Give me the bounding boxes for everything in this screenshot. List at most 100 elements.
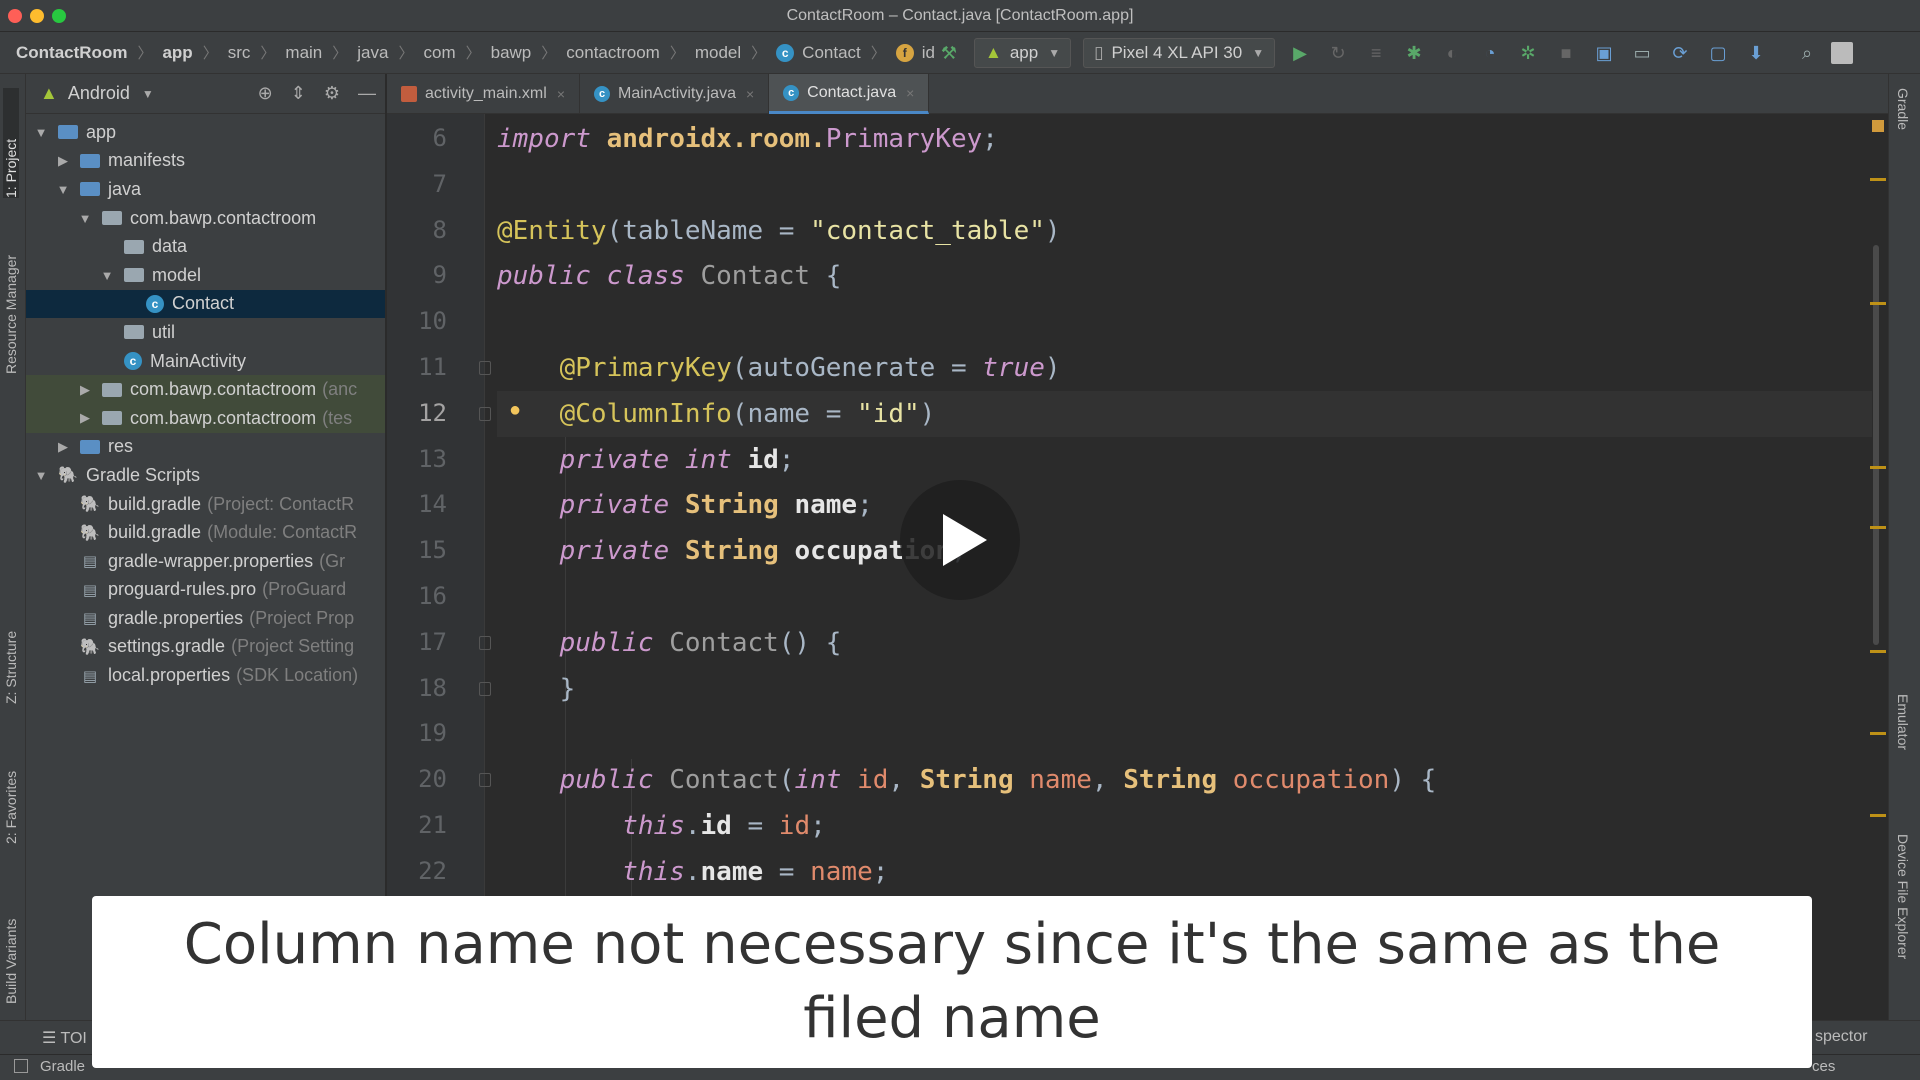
breadcrumb-item[interactable]: com xyxy=(423,43,455,63)
tree-item[interactable]: c Contact xyxy=(26,289,385,319)
tab-favorites[interactable]: 2: Favorites xyxy=(3,724,19,844)
tree-item[interactable]: ▤ gradle-wrapper.properties (Gr xyxy=(26,547,385,576)
expand-arrow-icon[interactable]: ▼ xyxy=(56,182,70,197)
breadcrumb-item[interactable]: java xyxy=(357,43,388,63)
tab-structure[interactable]: Z: Structure xyxy=(3,584,19,704)
tree-item[interactable]: ▶ res xyxy=(26,433,385,462)
tree-item[interactable]: ▼ app xyxy=(26,118,385,147)
breadcrumb-item[interactable]: c Contact xyxy=(776,43,861,63)
gradle-sync-icon[interactable]: ⟳ xyxy=(1666,39,1694,67)
expand-arrow-icon[interactable]: ▶ xyxy=(56,439,70,455)
tab-gradle[interactable]: Gradle xyxy=(1895,88,1911,130)
tree-item[interactable]: ▶ com.bawp.contactroom (tes xyxy=(26,403,385,433)
expand-arrow-icon[interactable]: ▼ xyxy=(78,211,92,226)
chevron-down-icon[interactable]: ▼ xyxy=(142,87,154,101)
close-tab-icon[interactable]: × xyxy=(746,86,754,102)
sdk-manager-icon[interactable]: ⬇ xyxy=(1742,39,1770,67)
close-tab-icon[interactable]: × xyxy=(557,86,565,102)
sync-icon[interactable]: ▭ xyxy=(1628,39,1656,67)
fold-marker-icon[interactable] xyxy=(479,361,491,375)
tree-item[interactable]: ▼ 🐘 Gradle Scripts xyxy=(26,461,385,490)
expand-arrow-icon[interactable]: ▼ xyxy=(100,268,114,283)
tree-item[interactable]: ▤ local.properties (SDK Location) xyxy=(26,661,385,690)
code-line[interactable]: private int id; xyxy=(497,437,1872,483)
close-tab-icon[interactable]: × xyxy=(906,85,914,101)
tree-item[interactable]: ▶ com.bawp.contactroom (anc xyxy=(26,375,385,404)
expand-arrow-icon[interactable]: ▼ xyxy=(34,125,48,140)
code-line[interactable]: } xyxy=(497,666,1872,712)
breadcrumb-item[interactable]: model xyxy=(695,43,741,63)
collapse-all-icon[interactable]: ⇕ xyxy=(291,83,306,104)
code-line[interactable] xyxy=(497,162,1872,208)
project-structure-icon[interactable]: ▣ xyxy=(1590,39,1618,67)
account-icon[interactable] xyxy=(1831,42,1854,64)
tab-project[interactable]: 1: Project xyxy=(3,88,19,198)
code-line[interactable]: @PrimaryKey (autoGenerate = true) xyxy=(497,345,1872,391)
stripe-marker[interactable] xyxy=(1870,732,1886,735)
gear-icon[interactable]: ⚙ xyxy=(324,83,340,104)
run-icon[interactable]: ▶ xyxy=(1286,39,1314,67)
tree-item[interactable]: 🐘 build.gradle (Module: ContactR xyxy=(26,518,385,547)
stripe-marker[interactable] xyxy=(1870,178,1886,181)
run-config-select[interactable]: ▲ app ▼ xyxy=(974,38,1072,68)
lightbulb-icon[interactable]: ● xyxy=(509,399,521,422)
code-line[interactable] xyxy=(497,299,1872,345)
stripe-marker[interactable] xyxy=(1870,526,1886,529)
code-line[interactable]: @ColumnInfo (name = "id") xyxy=(497,390,1872,437)
code-line[interactable]: public class Contact { xyxy=(497,253,1872,299)
tab-todo[interactable]: ☰ TOI xyxy=(42,1028,87,1048)
tree-item[interactable]: data xyxy=(26,232,385,261)
expand-arrow-icon[interactable]: ▶ xyxy=(56,153,70,169)
build-hammer-icon[interactable]: ⚒ xyxy=(935,39,963,67)
code-line[interactable]: private String name; xyxy=(497,482,1872,528)
tree-item[interactable]: ▼ model xyxy=(26,261,385,290)
tab-build-variants[interactable]: Build Variants xyxy=(3,874,19,1004)
editor-tab[interactable]: c Contact.java × xyxy=(769,74,930,114)
tree-item[interactable]: ▼ com.bawp.contactroom xyxy=(26,204,385,233)
tab-emulator[interactable]: Emulator xyxy=(1895,694,1911,750)
minimize-window-button[interactable] xyxy=(30,9,44,23)
tree-item[interactable]: 🐘 build.gradle (Project: ContactR xyxy=(26,490,385,519)
stop-icon[interactable]: ■ xyxy=(1552,39,1580,67)
breadcrumb-item[interactable]: ContactRoom xyxy=(16,43,127,63)
code-line[interactable]: this. name = name; xyxy=(497,849,1872,895)
warning-indicator-icon[interactable] xyxy=(1872,120,1884,132)
tree-item[interactable]: util xyxy=(26,318,385,347)
tree-item[interactable]: ▤ gradle.properties (Project Prop xyxy=(26,604,385,633)
fold-marker-icon[interactable] xyxy=(479,635,491,650)
code-line[interactable]: this. id = id; xyxy=(497,803,1872,849)
tree-item[interactable]: ▶ manifests xyxy=(26,147,385,176)
code-line[interactable] xyxy=(497,574,1872,620)
tab-device-file-explorer[interactable]: Device File Explorer xyxy=(1895,834,1911,959)
profile-icon[interactable]: ◔ xyxy=(1476,39,1504,67)
debug-icon[interactable]: ✱ xyxy=(1400,39,1428,67)
breadcrumb-item[interactable]: bawp xyxy=(491,43,532,63)
expand-arrow-icon[interactable]: ▶ xyxy=(78,410,92,426)
avd-manager-icon[interactable]: ▢ xyxy=(1704,39,1732,67)
stripe-marker[interactable] xyxy=(1870,650,1886,653)
code-line[interactable]: import androidx.room. PrimaryKey; xyxy=(497,116,1872,162)
editor-tab[interactable]: c MainActivity.java × xyxy=(580,74,770,114)
tree-item[interactable]: ▼ java xyxy=(26,175,385,204)
locate-icon[interactable]: ⊕ xyxy=(258,83,273,104)
breadcrumb-item[interactable]: app xyxy=(162,43,192,63)
fold-marker-icon[interactable] xyxy=(479,406,491,421)
code-line[interactable]: @Entity (tableName = "contact_table") xyxy=(497,208,1872,254)
expand-arrow-icon[interactable]: ▼ xyxy=(34,468,48,483)
tree-item[interactable]: ▤ proguard-rules.pro (ProGuard xyxy=(26,576,385,605)
maximize-window-button[interactable] xyxy=(52,9,66,23)
apply-code-changes-icon[interactable]: ≡ xyxy=(1362,39,1390,67)
fold-marker-icon[interactable] xyxy=(479,681,491,696)
tab-resource-manager[interactable]: Resource Manager xyxy=(3,214,19,374)
breadcrumb-item[interactable]: contactroom xyxy=(566,43,660,63)
error-stripe[interactable] xyxy=(1860,114,1886,1054)
stripe-marker[interactable] xyxy=(1870,302,1886,305)
stripe-marker[interactable] xyxy=(1870,466,1886,469)
tree-item[interactable]: 🐘 settings.gradle (Project Setting xyxy=(26,633,385,662)
apply-changes-icon[interactable]: ↻ xyxy=(1324,39,1352,67)
hide-panel-icon[interactable]: — xyxy=(358,83,376,104)
project-view-select[interactable]: Android xyxy=(68,83,130,104)
attach-debugger-icon[interactable]: ✲ xyxy=(1514,39,1542,67)
fold-marker-icon[interactable] xyxy=(479,773,491,788)
expand-arrow-icon[interactable]: ▶ xyxy=(78,382,92,398)
